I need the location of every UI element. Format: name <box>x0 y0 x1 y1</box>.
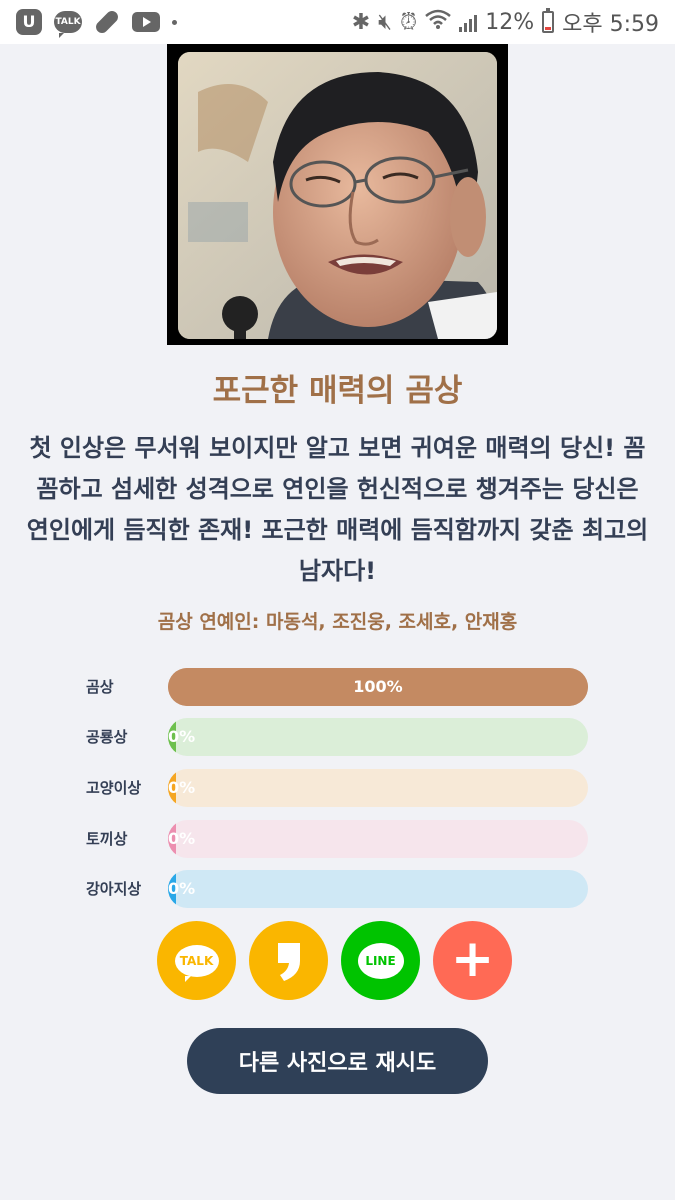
battery-percent: 12% <box>485 9 535 35</box>
line-share-button[interactable]: LINE <box>341 921 420 1000</box>
score-row-dinosaur: 공룡상 0% <box>86 718 588 756</box>
score-track: 0% <box>168 718 588 756</box>
score-label: 토끼상 <box>86 830 128 848</box>
youtube-icon <box>132 12 160 32</box>
score-value: 0% <box>168 727 196 746</box>
score-value: 100% <box>353 677 403 696</box>
score-track: 0% <box>168 769 588 807</box>
pill-icon <box>93 8 121 36</box>
photo-frame <box>167 44 508 345</box>
kakaotalk-icon: TALK <box>174 944 219 982</box>
bluetooth-icon: ✱ <box>351 9 371 35</box>
result-title: 포근한 매력의 곰상 <box>212 373 463 409</box>
score-track: 0% <box>168 870 588 908</box>
score-row-rabbit: 토끼상 0% <box>86 820 588 858</box>
score-value: 0% <box>168 829 196 848</box>
score-row-cat: 고양이상 0% <box>86 769 588 807</box>
result-description: 첫 인상은 무서워 보이지만 알고 보면 귀여운 매력의 당신! 꼼꼼하고 섬세… <box>26 434 649 585</box>
kakaotalk-icon: TALK <box>54 11 82 38</box>
wifi-icon <box>425 9 452 35</box>
more-share-button[interactable]: + <box>433 921 512 1000</box>
score-value: 0% <box>168 879 196 898</box>
kakaostory-icon <box>277 942 300 981</box>
score-label: 고양이상 <box>86 779 142 797</box>
score-value: 0% <box>168 778 196 797</box>
kakaotalk-share-button[interactable]: TALK <box>157 921 236 1000</box>
clock: 오후 5:59 <box>562 12 659 37</box>
celebrity-list: 곰상 연예인: 마동석, 조진웅, 조세호, 안재홍 <box>157 611 518 633</box>
kakaostory-share-button[interactable] <box>249 921 328 1000</box>
score-label: 곰상 <box>86 678 114 696</box>
line-icon: LINE <box>357 942 404 979</box>
retry-button[interactable]: 다른 사진으로 재시도 <box>187 1028 488 1094</box>
uploaded-photo <box>178 52 497 339</box>
score-label: 공룡상 <box>86 728 128 746</box>
score-track: 100% <box>168 668 588 706</box>
score-row-dog: 강아지상 0% <box>86 870 588 908</box>
score-track: 0% <box>168 820 588 858</box>
signal-icon <box>459 12 478 32</box>
mute-icon: 🔇︎ <box>378 9 393 35</box>
u-plus-icon: U <box>16 9 42 35</box>
status-bar: U TALK ✱ 🔇︎ ⏰︎ 12% 오후 5:59 <box>0 0 675 44</box>
score-row-bear: 곰상 100% <box>86 668 588 706</box>
score-label: 강아지상 <box>86 880 142 898</box>
alarm-icon: ⏰︎ <box>400 9 418 35</box>
plus-icon: + <box>450 928 495 989</box>
battery-icon <box>542 8 555 33</box>
dot-icon <box>172 19 177 25</box>
